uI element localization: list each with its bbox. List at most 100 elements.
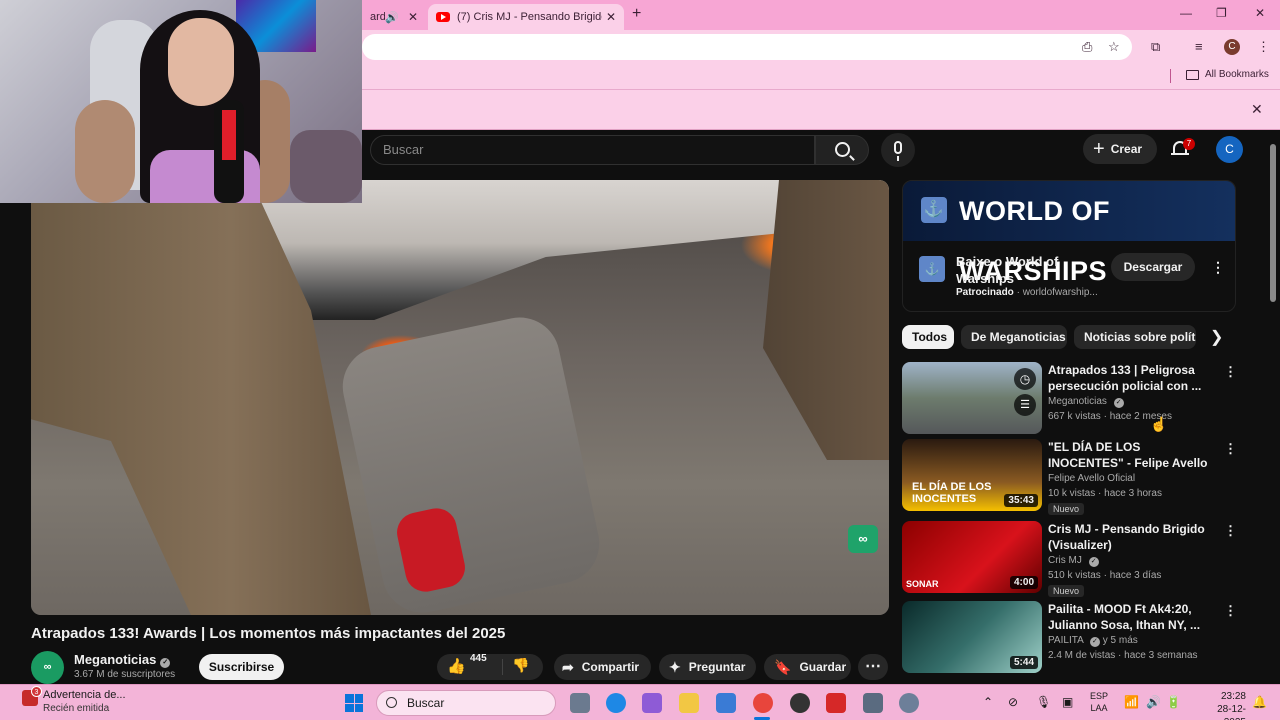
edge-icon[interactable] (606, 693, 626, 713)
extensions-icon[interactable]: ⧉ (1151, 39, 1160, 55)
video-menu-icon[interactable]: ⋮ (1224, 364, 1237, 380)
tab-close-icon[interactable]: ✕ (606, 10, 616, 24)
voice-search-button[interactable] (881, 133, 915, 167)
chevron-right-icon[interactable]: ❯ (1210, 327, 1223, 347)
close-window-icon[interactable]: ✕ (1255, 6, 1265, 20)
speaker-icon[interactable]: 🔊 (385, 11, 399, 24)
microphone-icon (894, 141, 902, 161)
share-button[interactable]: ➦ Compartir (554, 654, 651, 680)
app-icon[interactable] (863, 693, 883, 713)
create-button[interactable]: + Crear (1083, 134, 1157, 164)
video-player[interactable]: ∞ (31, 180, 889, 615)
browser-tab-active[interactable]: (7) Cris MJ - Pensando Brigido ✕ (428, 4, 624, 30)
notification-badge: 3 (31, 686, 42, 697)
list-item[interactable]: SONAR 4:00 Cris MJ - Pensando Brigido (V… (902, 521, 1237, 597)
download-button[interactable]: Descargar (1111, 253, 1195, 281)
language-indicator[interactable]: ESP LAA (1090, 690, 1108, 714)
more-actions-icon[interactable]: ⋯ (858, 654, 888, 680)
minimize-icon[interactable]: — (1180, 6, 1192, 20)
list-item[interactable]: EL DÍA DE LOS INOCENTES 35:43 "EL DÍA DE… (902, 439, 1237, 515)
app-icon[interactable] (826, 693, 846, 713)
microphone-icon (214, 100, 244, 203)
battery-icon[interactable]: 🔋 (1166, 695, 1181, 709)
notification-title: Advertencia de... (43, 689, 126, 701)
channel-name[interactable]: Meganoticias ✓ (74, 652, 171, 668)
address-bar[interactable] (362, 34, 1132, 60)
ad-menu-icon[interactable]: ⋮ (1211, 259, 1225, 276)
taskbar-clock[interactable]: 23:28 28-12-2025 (1200, 690, 1246, 720)
bookmark-star-icon[interactable]: ☆ (1108, 39, 1120, 55)
subscriber-count: 3.67 M de suscriptores (74, 669, 176, 680)
verified-icon: ✓ (1113, 398, 1124, 408)
store-icon[interactable] (716, 693, 736, 713)
maximize-icon[interactable]: ❐ (1216, 6, 1227, 20)
add-to-queue-icon[interactable]: ☰ (1014, 394, 1036, 416)
ad-title[interactable]: Baixe o World of Warships (956, 253, 1076, 287)
ad-banner[interactable]: ⚓ WORLD OF WARSHIPS (903, 181, 1235, 286)
video-thumbnail[interactable]: SONAR 4:00 (902, 521, 1042, 593)
video-menu-icon[interactable]: ⋮ (1224, 603, 1237, 619)
windows-start-icon[interactable] (345, 694, 363, 712)
video-title[interactable]: Cris MJ - Pensando Brigido (Visualizer) (1048, 521, 1218, 553)
browser-menu-icon[interactable]: ⋮ (1257, 39, 1270, 55)
taskbar-search[interactable]: Buscar (376, 690, 556, 716)
video-thumbnail[interactable]: EL DÍA DE LOS INOCENTES 35:43 (902, 439, 1042, 511)
video-menu-icon[interactable]: ⋮ (1224, 523, 1237, 539)
ask-button[interactable]: ✦ Preguntar (659, 654, 756, 680)
ask-label: Preguntar (688, 660, 746, 674)
channel-avatar[interactable]: ∞ (31, 651, 64, 684)
like-count: 445 (470, 653, 487, 664)
thumbs-down-icon[interactable]: 👎 (512, 657, 529, 674)
windows-taskbar: 3 Advertencia de... Recién emitida Busca… (0, 684, 1280, 720)
chrome-icon[interactable] (753, 693, 773, 713)
file-explorer-icon[interactable] (679, 693, 699, 713)
wifi-icon[interactable]: 📶 (1124, 695, 1139, 709)
subscribe-button[interactable]: Suscribirse (199, 654, 284, 680)
divider (1170, 69, 1171, 83)
network-off-icon[interactable]: ⊘ (1008, 695, 1018, 709)
divider (502, 659, 503, 675)
notification-center-icon[interactable]: 🔔 (1252, 695, 1267, 709)
search-button[interactable] (815, 135, 869, 165)
tab-close-icon[interactable]: ✕ (408, 10, 418, 24)
volume-icon[interactable]: 🔊 (1146, 695, 1161, 709)
new-tab-icon[interactable]: + (632, 5, 641, 23)
task-view-icon[interactable] (570, 693, 590, 713)
chevron-up-icon[interactable]: ⌃ (983, 695, 993, 709)
media-control-icon[interactable]: ≡ (1195, 39, 1203, 54)
video-title[interactable]: Pailita - MOOD Ft Ak4:20, Julianno Sosa,… (1048, 601, 1218, 633)
channel-name: Meganoticias ✓ (1048, 396, 1124, 408)
obs-icon[interactable] (790, 693, 810, 713)
infobar-close-icon[interactable]: ✕ (1251, 101, 1263, 118)
sponsored-ad-card[interactable]: ⚓ WORLD OF WARSHIPS ⚓ Baixe o World of W… (902, 180, 1236, 312)
video-thumbnail[interactable]: ◷ ☰ (902, 362, 1042, 434)
list-item[interactable]: 5:44 Pailita - MOOD Ft Ak4:20, Julianno … (902, 601, 1237, 673)
channel-name: Felipe Avello Oficial (1048, 473, 1136, 484)
video-title[interactable]: Atrapados 133 | Peligrosa persecución po… (1048, 362, 1218, 394)
search-input[interactable]: Buscar (370, 135, 815, 165)
video-menu-icon[interactable]: ⋮ (1224, 441, 1237, 457)
copilot-icon[interactable] (642, 693, 662, 713)
settings-gear-icon[interactable] (899, 693, 919, 713)
browser-profile-avatar[interactable]: C (1224, 39, 1240, 55)
tray-app-icon[interactable]: ▣ (1062, 695, 1073, 709)
share-label: Compartir (581, 660, 640, 674)
all-bookmarks-button[interactable]: All Bookmarks (1186, 69, 1269, 80)
page-scrollbar[interactable] (1270, 144, 1276, 302)
account-avatar[interactable]: C (1216, 136, 1243, 163)
chip-todos[interactable]: Todos (902, 325, 954, 349)
watch-later-icon[interactable]: ◷ (1014, 368, 1036, 390)
list-item[interactable]: ◷ ☰ Atrapados 133 | Peligrosa persecució… (902, 362, 1237, 434)
microphone-tray-icon[interactable]: 🎙 (1036, 695, 1051, 709)
channel-name: Cris MJ ✓ (1048, 555, 1099, 567)
new-badge: Nuevo (1048, 585, 1085, 597)
chip-noticias-politica[interactable]: Noticias sobre polític (1074, 325, 1196, 349)
save-button[interactable]: 🔖 Guardar (764, 654, 851, 680)
browser-tab[interactable]: ards 🔊 ✕ (362, 4, 426, 30)
video-thumbnail[interactable]: 5:44 (902, 601, 1042, 673)
video-title[interactable]: "EL DÍA DE LOS INOCENTES" - Felipe Avell… (1048, 439, 1218, 471)
tab-title: (7) Cris MJ - Pensando Brigido (457, 11, 602, 23)
install-app-icon[interactable]: ⎙ (1082, 39, 1092, 55)
chip-de-meganoticias[interactable]: De Meganoticias (961, 325, 1067, 349)
all-bookmarks-label: All Bookmarks (1205, 69, 1269, 80)
